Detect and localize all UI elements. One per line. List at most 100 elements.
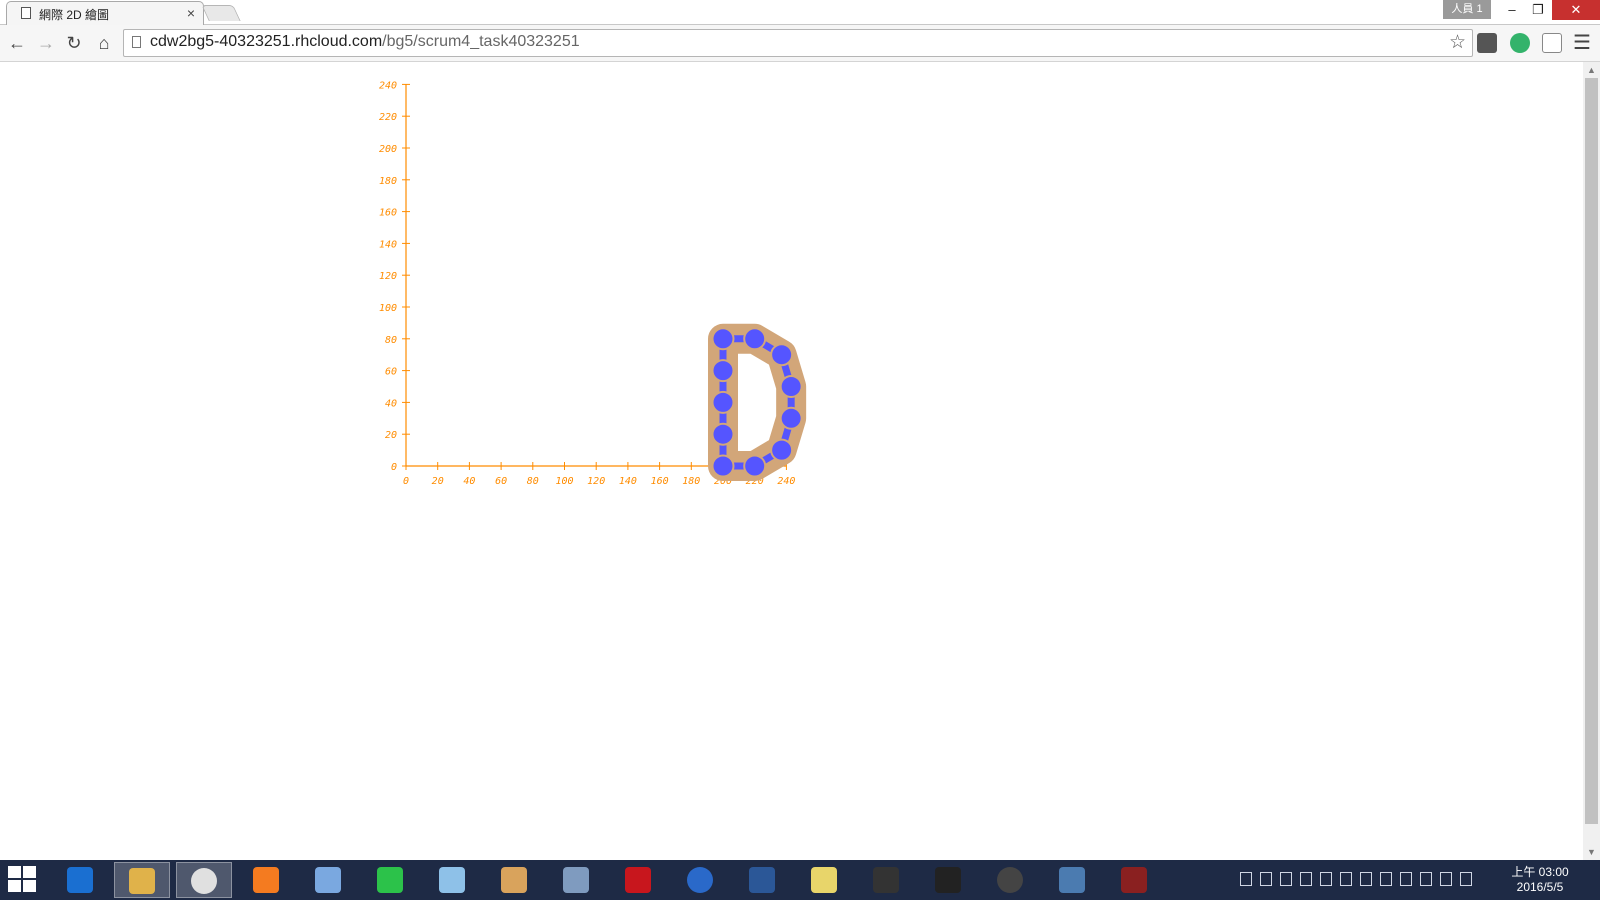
data-point [779, 406, 803, 430]
share-extension-icon[interactable] [1542, 33, 1562, 53]
y-tick-label: 180 [379, 176, 397, 187]
url-text[interactable]: cdw2bg5-40323251.rhcloud.com/bg5/scrum4_… [150, 33, 580, 51]
taskbar-media-player-icon[interactable] [238, 862, 294, 898]
taskbar-folder-icon[interactable] [796, 862, 852, 898]
taskbar-cmd-icon[interactable] [920, 862, 976, 898]
x-tick-label: 240 [777, 476, 795, 487]
scroll-thumb[interactable] [1585, 78, 1598, 824]
cat-app-glyph [1121, 867, 1147, 893]
address-bar[interactable]: cdw2bg5-40323251.rhcloud.com/bg5/scrum4_… [123, 29, 1473, 57]
x-tick-label: 160 [651, 476, 669, 487]
line-glyph [377, 867, 403, 893]
close-window-icon[interactable]: ✕ [1552, 0, 1600, 20]
data-point [711, 359, 735, 383]
x-tick-label: 180 [682, 476, 700, 487]
restore-icon[interactable]: ❐ [1523, 0, 1553, 20]
reload-icon[interactable]: ↻ [62, 31, 86, 55]
data-point [770, 343, 794, 367]
download-extension-icon[interactable] [1477, 33, 1497, 53]
taskbar-notes-icon[interactable] [424, 862, 480, 898]
taskbar-sphere-app-icon[interactable] [982, 862, 1038, 898]
taskbar-python-icon[interactable] [1044, 862, 1100, 898]
taskbar-internet-explorer-icon[interactable] [52, 862, 108, 898]
drawing-canvas: 0 20 40 60 80 100 120 140 160 180 200 220 240 0 20 40 60… [379, 80, 807, 487]
x-tick-label: 20 [432, 476, 444, 487]
taskbar-calculator-icon[interactable] [548, 862, 604, 898]
new-tab-button[interactable] [201, 5, 241, 21]
scroll-down-icon[interactable]: ▼ [1587, 847, 1596, 857]
y-tick-label: 40 [385, 398, 397, 409]
internet-explorer-glyph [67, 867, 93, 893]
tab-strip: 網際 2D 繪圖 × 人員 1 – ❐ ✕ [0, 0, 1600, 25]
folder-glyph [811, 867, 837, 893]
file-explorer-glyph [129, 868, 155, 894]
clock-date: 2016/5/5 [1516, 880, 1564, 894]
y-tick-label: 140 [379, 239, 397, 250]
taskbar-moon-app-icon[interactable] [672, 862, 728, 898]
system-tray[interactable] [1240, 872, 1490, 890]
bookmark-star-icon[interactable]: ☆ [1449, 31, 1466, 54]
back-icon[interactable]: ← [5, 31, 29, 55]
y-tick-label: 60 [385, 367, 397, 378]
taskbar-line-icon[interactable] [362, 862, 418, 898]
taskbar-file-explorer-icon[interactable] [114, 862, 170, 898]
paint-glyph [501, 867, 527, 893]
321-app-glyph [873, 867, 899, 893]
x-tick-label: 0 [403, 476, 409, 487]
y-tick-label: 100 [379, 303, 397, 314]
data-point [743, 454, 767, 478]
media-player-glyph [253, 867, 279, 893]
url-path: /bg5/scrum4_task40323251 [382, 33, 580, 50]
url-host: cdw2bg5-40323251.rhcloud.com [150, 33, 383, 50]
acrobat-glyph [625, 867, 651, 893]
taskbar-bird-app-icon[interactable] [300, 862, 356, 898]
x-tick-label: 140 [619, 476, 637, 487]
close-tab-icon[interactable]: × [187, 5, 195, 21]
x-tick-label: 120 [587, 476, 605, 487]
y-tick-label: 80 [385, 335, 397, 346]
python-glyph [1059, 867, 1085, 893]
taskbar: 上午 03:00 2016/5/5 [0, 860, 1600, 900]
x-tick-label: 100 [555, 476, 573, 487]
y-tick-label: 240 [379, 80, 397, 91]
green-extension-icon[interactable] [1510, 33, 1530, 53]
y-tick-label: 160 [379, 208, 397, 219]
data-point [711, 327, 735, 351]
page-content: 0 20 40 60 80 100 120 140 160 180 200 220 240 0 20 40 60… [0, 62, 1583, 860]
profile-button[interactable]: 人員 1 [1443, 0, 1491, 19]
vertical-scrollbar[interactable]: ▲ ▼ [1583, 62, 1600, 860]
taskbar-paint-icon[interactable] [486, 862, 542, 898]
taskbar-chrome-icon[interactable] [176, 862, 232, 898]
x-tick-label: 80 [527, 476, 539, 487]
y-tick-label: 20 [385, 430, 397, 441]
letter-d-shape [708, 323, 807, 481]
browser-tab[interactable]: 網際 2D 繪圖 × [6, 1, 204, 25]
data-point [770, 438, 794, 462]
clock[interactable]: 上午 03:00 2016/5/5 [1500, 865, 1580, 895]
y-tick-label: 0 [391, 462, 397, 473]
y-tick-label: 200 [379, 144, 397, 155]
data-point [711, 390, 735, 414]
taskbar-word-icon[interactable] [734, 862, 790, 898]
word-glyph [749, 867, 775, 893]
bird-app-glyph [315, 867, 341, 893]
notes-glyph [439, 867, 465, 893]
x-tick-label: 40 [463, 476, 475, 487]
windows-start-icon[interactable] [8, 866, 38, 894]
y-tick-label: 220 [379, 112, 397, 123]
scroll-up-icon[interactable]: ▲ [1587, 65, 1596, 75]
taskbar-acrobat-icon[interactable] [610, 862, 666, 898]
hamburger-menu-icon[interactable]: ☰ [1573, 30, 1591, 55]
y-tick-label: 120 [379, 271, 397, 282]
chrome-glyph [191, 868, 217, 894]
cmd-glyph [935, 867, 961, 893]
page-info-icon[interactable] [132, 36, 141, 48]
data-point [779, 375, 803, 398]
taskbar-321-app-icon[interactable] [858, 862, 914, 898]
data-point [711, 454, 735, 478]
home-icon[interactable]: ⌂ [92, 31, 116, 55]
sphere-app-glyph [997, 867, 1023, 893]
forward-icon[interactable]: → [34, 31, 58, 55]
taskbar-cat-app-icon[interactable] [1106, 862, 1162, 898]
x-tick-label: 60 [495, 476, 507, 487]
